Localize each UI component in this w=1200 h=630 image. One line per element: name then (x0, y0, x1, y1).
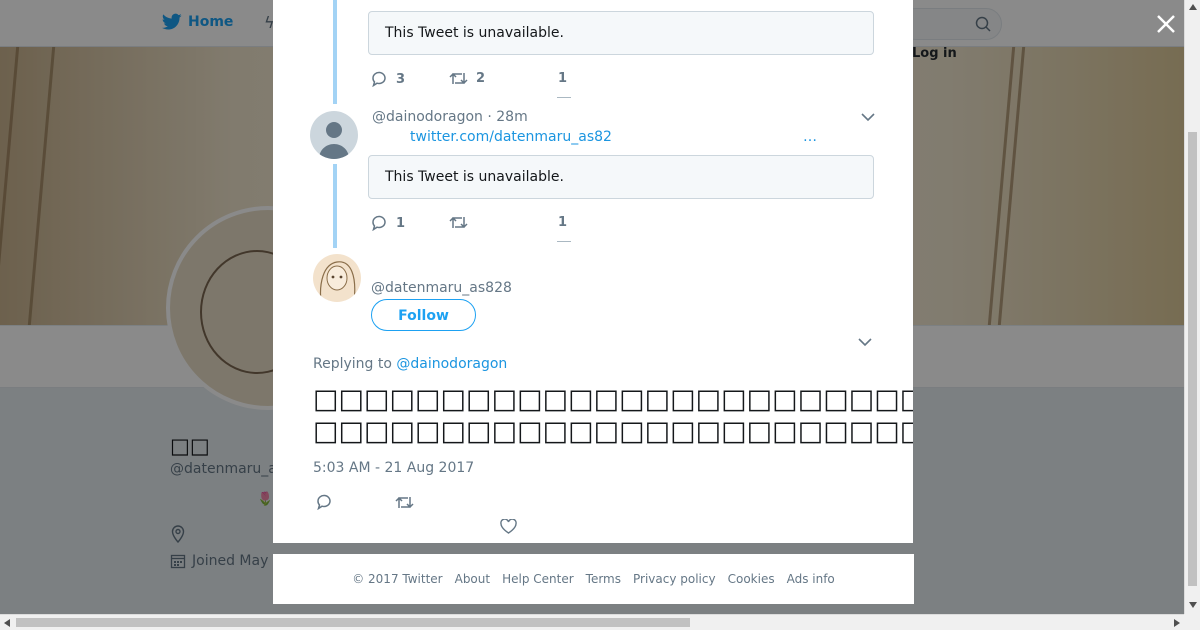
retweet-icon (449, 72, 468, 85)
like-button[interactable]: 1 (558, 71, 567, 86)
reply-count: 1 (396, 215, 406, 231)
like-count: 1 (558, 215, 568, 230)
reply-icon (372, 215, 386, 231)
retweet-icon (449, 216, 468, 229)
footer-link-privacy[interactable]: Privacy policy (633, 572, 716, 586)
tweet-timestamp[interactable]: 5:03 AM - 21 Aug 2017 (313, 460, 474, 476)
reply-icon[interactable] (316, 494, 333, 510)
tweet-time[interactable]: 28m (496, 109, 527, 125)
retweet-icon[interactable] (395, 495, 414, 510)
tweet-author-handle[interactable]: @dainodoragon (372, 109, 483, 125)
replying-to-handle[interactable]: @dainodoragon (396, 356, 507, 372)
footer-link-help[interactable]: Help Center (502, 572, 574, 586)
thread-line (333, 0, 337, 104)
chevron-down-icon[interactable] (861, 112, 875, 122)
avatar[interactable] (313, 254, 361, 302)
reply-count: 3 (396, 71, 406, 87)
tweet-meta: @dainodoragon · 28m (372, 109, 528, 125)
link-ellipsis: … (803, 129, 817, 145)
login-link[interactable]: Log in (912, 46, 957, 61)
quoted-tweet-text: This Tweet is unavailable. (385, 25, 564, 41)
like-button[interactable]: 1 (558, 215, 567, 230)
footer-link-terms[interactable]: Terms (586, 572, 621, 586)
quoted-tweet-unavailable: This Tweet is unavailable. (368, 11, 874, 55)
reply-button[interactable]: 1 (371, 215, 405, 231)
footer-link-ads[interactable]: Ads info (787, 572, 835, 586)
replying-to-label: Replying to (313, 356, 392, 372)
close-icon[interactable] (1152, 10, 1180, 38)
avatar[interactable] (310, 111, 358, 159)
like-underline (557, 97, 571, 98)
follow-button[interactable]: Follow (371, 299, 476, 331)
thread-line (333, 164, 337, 248)
horizontal-scroll-thumb[interactable] (16, 618, 690, 627)
tweet-text: □□□□□□□□□□□□□□□□□□□□□□□□ □□□□□□□□□□□□□□□□… (313, 384, 913, 448)
tweet-text-line: □□□□□□□□□□□□□□□□□□□□□□□□□□□□□□□□□□□□□□□□… (313, 384, 913, 415)
scroll-right-arrow-icon[interactable] (1174, 619, 1180, 627)
scrollbar-corner (1184, 614, 1200, 630)
tweet-text-line: □□□□□□□□□□□□□□□□□□□□□□□□□□□□□□□□□□□□□□□□… (313, 416, 913, 447)
reply-icon (372, 71, 386, 87)
horizontal-scrollbar[interactable] (0, 614, 1184, 630)
like-underline (557, 241, 571, 242)
scroll-up-arrow-icon[interactable] (1189, 4, 1197, 10)
tweet-author-handle[interactable]: @datenmaru_as828 (371, 280, 512, 296)
reply-button[interactable]: 3 (371, 71, 405, 87)
quoted-tweet-text: This Tweet is unavailable. (385, 169, 564, 185)
heart-icon[interactable] (500, 519, 517, 534)
vertical-scrollbar[interactable] (1184, 0, 1200, 614)
tweet-modal: This Tweet is unavailable. 3 2 1 @dainod… (273, 0, 913, 543)
scroll-down-arrow-icon[interactable] (1189, 602, 1197, 608)
quoted-tweet-unavailable: This Tweet is unavailable. (368, 155, 874, 199)
tweet-link[interactable]: twitter.com/datenmaru_as82 (410, 129, 612, 145)
retweet-button[interactable] (449, 215, 468, 230)
replying-to: Replying to @dainodoragon (313, 356, 507, 372)
scroll-left-arrow-icon[interactable] (4, 619, 10, 627)
retweet-count: 2 (476, 71, 486, 86)
chevron-down-icon[interactable] (858, 337, 872, 347)
modal-footer: © 2017 Twitter About Help Center Terms P… (273, 554, 914, 604)
footer-link-about[interactable]: About (455, 572, 490, 586)
like-count: 1 (558, 71, 568, 86)
meta-dot: · (487, 109, 497, 125)
footer-copyright: © 2017 Twitter (352, 572, 443, 586)
retweet-button[interactable]: 2 (449, 71, 485, 86)
footer-link-cookies[interactable]: Cookies (728, 572, 775, 586)
vertical-scroll-thumb[interactable] (1188, 132, 1197, 586)
